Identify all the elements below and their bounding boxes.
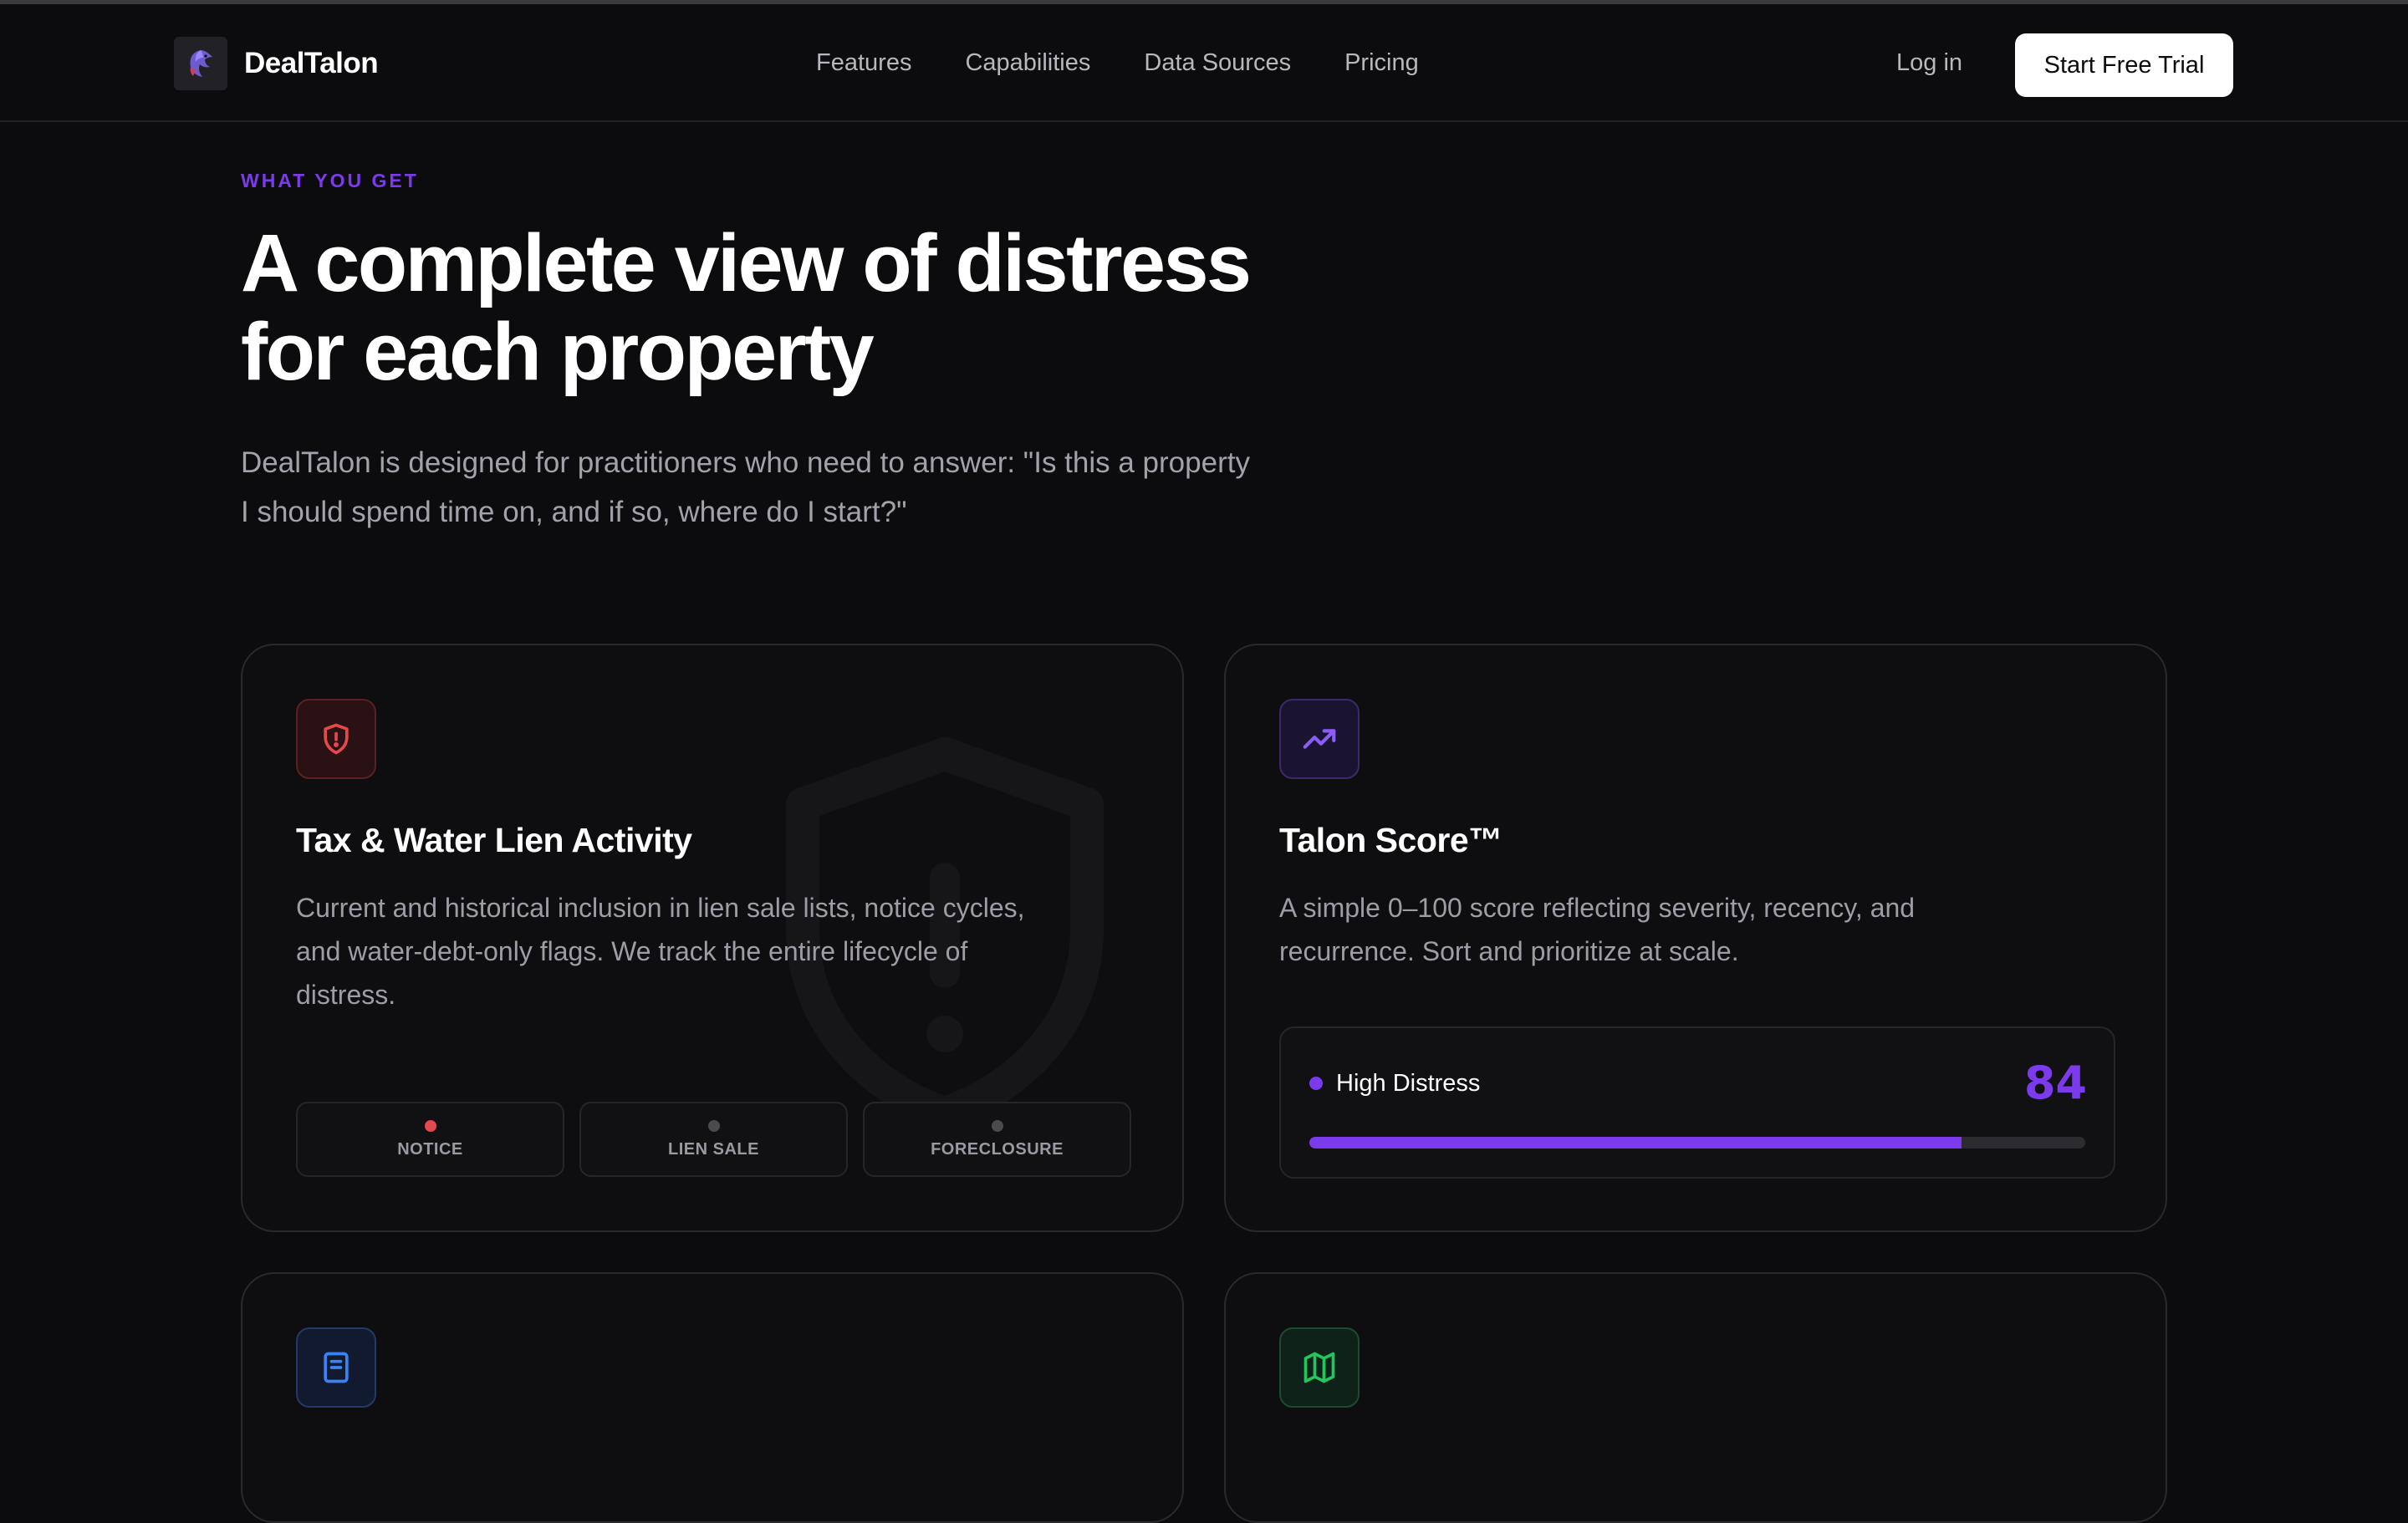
trending-up-icon [1279,699,1360,779]
stage-lien-sale: LIEN SALE [579,1102,848,1177]
score-desc-line-1: A simple 0–100 score reflecting severity… [1279,893,1916,923]
section-eyebrow: WHAT YOU GET [241,170,419,191]
main-nav: Features Capabilities Data Sources Prici… [816,49,1419,77]
document-icon [296,1327,376,1408]
lifecycle-stages: NOTICE LIEN SALE FORECLOSURE [296,1102,1132,1177]
stage-label: FORECLOSURE [931,1139,1064,1159]
stage-label: LIEN SALE [668,1139,759,1159]
nav-capabilities[interactable]: Capabilities [965,49,1090,77]
stage-notice: NOTICE [296,1102,564,1177]
nav-data-sources[interactable]: Data Sources [1144,49,1291,77]
score-panel: High Distress 84 [1279,1026,2115,1179]
eagle-logo-icon [174,37,227,90]
nav-features[interactable]: Features [816,49,911,77]
score-card-title: Talon Score™ [1279,821,1502,859]
lien-activity-card: Tax & Water Lien Activity Current and hi… [241,644,1184,1232]
brand[interactable]: DealTalon [174,37,379,90]
stage-label: NOTICE [397,1139,463,1159]
stage-status-dot [424,1119,436,1132]
headline-line-1: A complete view of distress [241,217,1252,308]
score-desc-line-2: recurrence. Sort and prioritize at scale… [1279,936,1739,966]
nav-pricing[interactable]: Pricing [1344,49,1419,77]
start-free-trial-button[interactable]: Start Free Trial [2015,33,2233,97]
section-headline: A complete view of distress for each pro… [241,219,1411,396]
score-progress-track [1309,1137,2085,1149]
lien-desc-line-2: and water-debt-only flags. We track the … [296,936,968,966]
score-value: 84 [2023,1057,2087,1109]
score-status-dot [1309,1077,1323,1090]
score-label: High Distress [1336,1070,1481,1097]
section-lead: DealTalon is designed for practitioners … [241,438,1378,537]
lien-card-title: Tax & Water Lien Activity [296,821,692,859]
score-card-description: A simple 0–100 score reflecting severity… [1279,886,2082,973]
map-icon [1279,1327,1360,1408]
stage-status-dot [707,1119,720,1132]
shield-alert-icon [296,699,376,779]
score-progress-fill [1309,1137,1962,1149]
login-link[interactable]: Log in [1896,49,1962,77]
document-feature-card [241,1272,1184,1523]
lien-card-description: Current and historical inclusion in lien… [296,886,1099,1016]
stage-foreclosure: FORECLOSURE [863,1102,1131,1177]
lien-desc-line-3: distress. [296,980,396,1010]
talon-score-card: Talon Score™ A simple 0–100 score reflec… [1224,644,2167,1232]
map-feature-card [1224,1272,2167,1523]
lien-desc-line-1: Current and historical inclusion in lien… [296,893,1025,923]
lead-line-1: DealTalon is designed for practitioners … [241,446,1250,479]
headline-line-2: for each property [241,306,875,397]
lead-line-2: I should spend time on, and if so, where… [241,496,907,528]
site-header: DealTalon Features Capabilities Data Sou… [0,4,2408,122]
brand-name: DealTalon [244,47,379,79]
stage-status-dot [991,1119,1003,1132]
